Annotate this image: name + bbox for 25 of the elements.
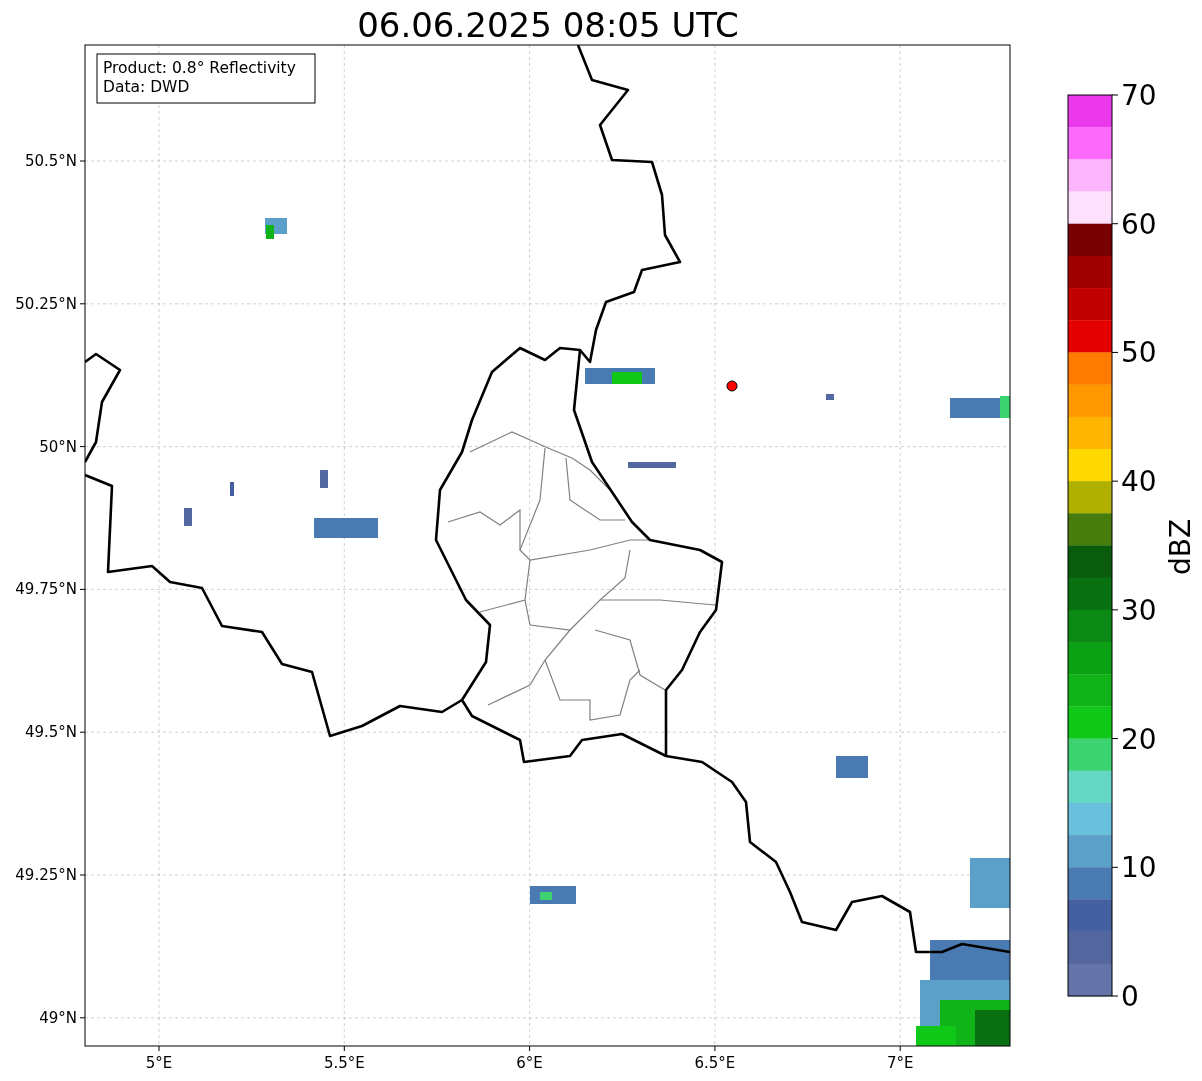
colorbar-tick-label: 10 <box>1121 851 1157 885</box>
axis-tick-label: 5.5°E <box>323 1054 365 1072</box>
colorbar-tick-label: 50 <box>1121 336 1157 370</box>
axis-tick-label: 50.5°N <box>24 152 77 170</box>
colorbar-tick-label: 0 <box>1121 980 1139 1013</box>
colorbar-tick-label: 60 <box>1121 207 1157 241</box>
colorbar-label: dBZ <box>1164 518 1197 576</box>
radar-site-marker <box>726 380 738 392</box>
colorbar-tick-label: 20 <box>1121 722 1157 756</box>
axis-tick-label: 49.75°N <box>15 580 77 599</box>
axis-tick-label: 49°N <box>39 1008 77 1027</box>
info-text: Data: DWD <box>103 78 190 96</box>
chart-title: 06.06.2025 08:05 UTC <box>357 5 739 45</box>
colorbar-tick-label: 30 <box>1121 593 1157 627</box>
colorbar-tick-label: 40 <box>1121 465 1157 499</box>
axis-tick-label: 5°E <box>145 1054 173 1072</box>
axis-tick-label: 49.25°N <box>15 866 77 884</box>
axis-tick-label: 49.5°N <box>24 723 77 742</box>
axis-tick-label: 7°E <box>886 1054 914 1072</box>
axis-tick-label: 50°N <box>39 437 77 456</box>
info-text: Product: 0.8° Reflectivity <box>103 59 296 77</box>
axis-tick-label: 50.25°N <box>15 294 77 313</box>
colorbar-tick-label: 70 <box>1121 79 1157 112</box>
axis-tick-label: 6°E <box>516 1054 543 1072</box>
axis-tick-label: 6.5°E <box>694 1054 736 1072</box>
